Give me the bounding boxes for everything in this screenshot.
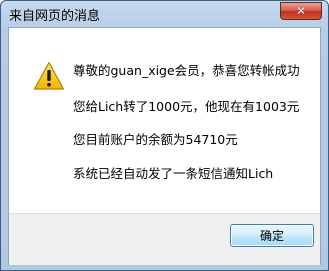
window-title: 来自网页的消息	[9, 9, 101, 24]
ok-button[interactable]: 确定	[230, 224, 314, 247]
message-line-sms: 系统已经自动发了一条短信通知Lich	[73, 166, 274, 181]
dialog-client-area: 尊敬的guan_xige会员，恭喜您转帐成功 您给Lich转了1000元，他现在…	[8, 27, 321, 265]
message-line-balance: 您目前账户的余额为54710元	[73, 132, 238, 147]
title-bar[interactable]: 来自网页的消息 ✕	[1, 1, 328, 25]
warning-icon	[33, 61, 65, 90]
message-line-greeting: 尊敬的guan_xige会员，恭喜您转帐成功	[73, 63, 300, 78]
close-icon: ✕	[295, 4, 307, 18]
message-area: 尊敬的guan_xige会员，恭喜您转帐成功 您给Lich转了1000元，他现在…	[9, 28, 320, 213]
close-button[interactable]: ✕	[280, 2, 322, 20]
alert-dialog: 来自网页的消息 ✕ 尊敬的guan_xige会员，恭喜您转帐成功 您给Lich转…	[0, 0, 329, 271]
button-bar: 确定	[9, 213, 320, 265]
message-line-transfer: 您给Lich转了1000元，他现在有1003元	[73, 99, 300, 114]
